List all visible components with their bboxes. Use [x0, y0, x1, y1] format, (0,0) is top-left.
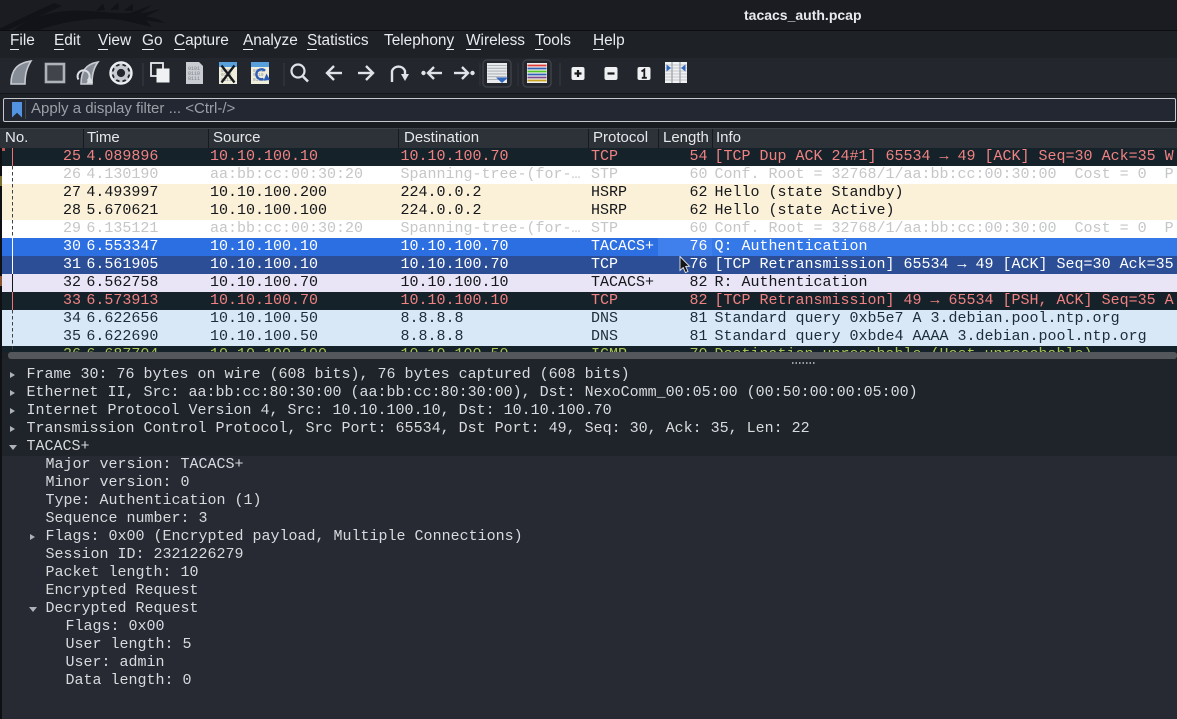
svg-text:0111: 0111	[188, 76, 200, 82]
